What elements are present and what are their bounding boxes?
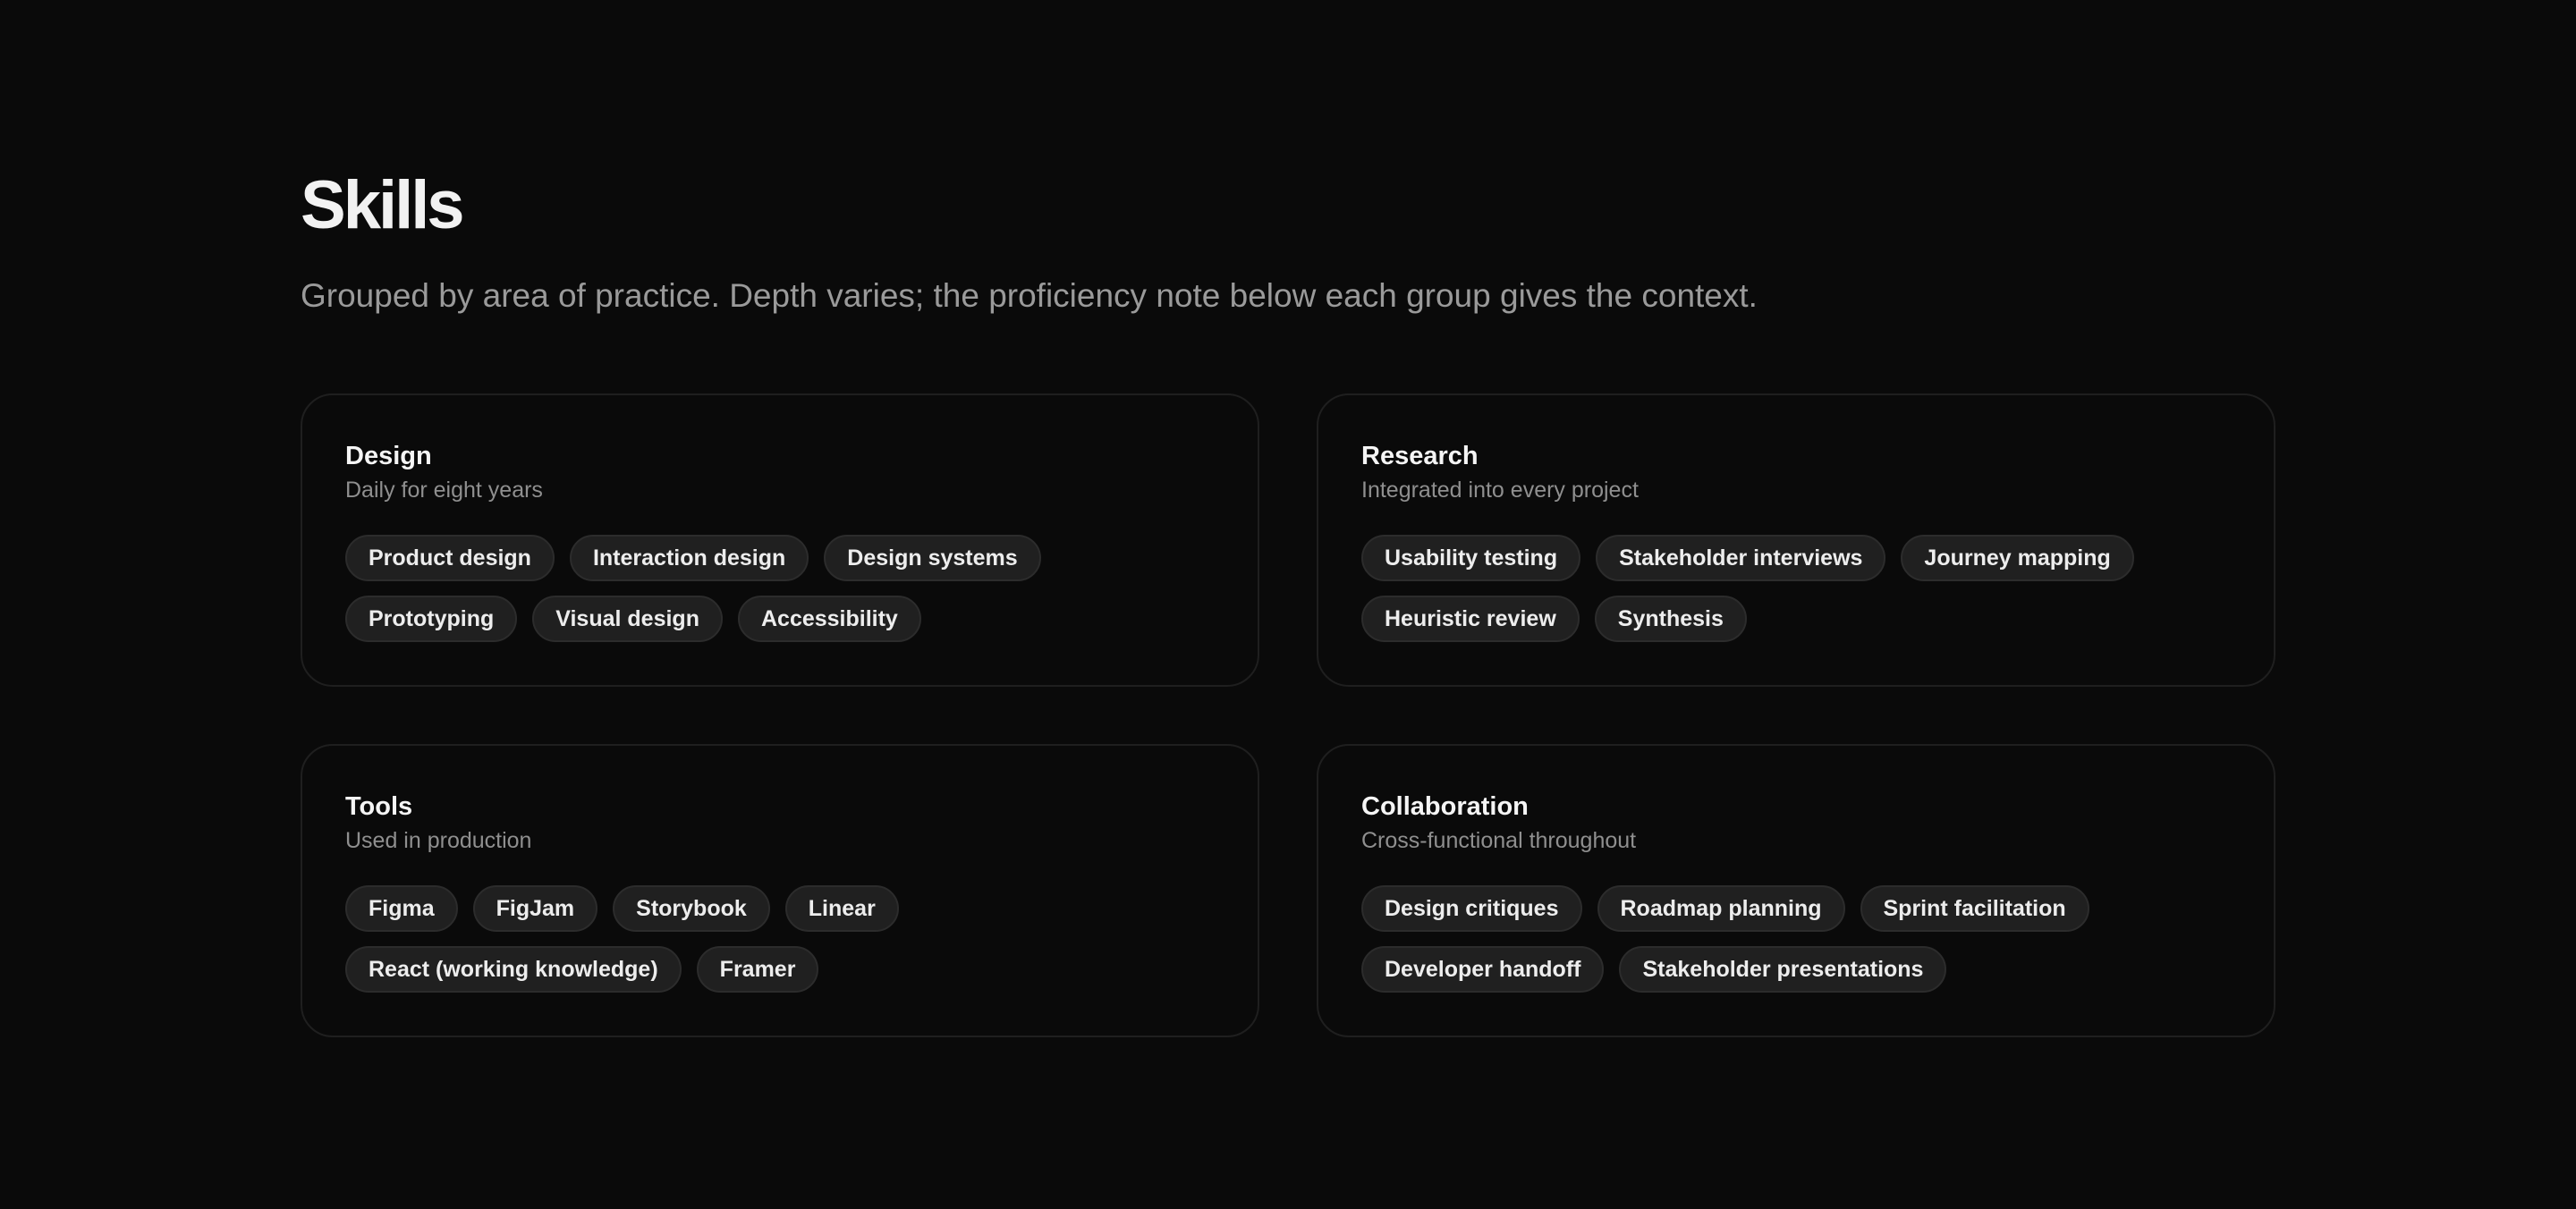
skill-tag: Accessibility xyxy=(737,596,921,642)
tag-list: Product design Interaction design Design… xyxy=(345,535,1215,642)
skill-tag: Interaction design xyxy=(569,535,809,581)
group-title: Research xyxy=(1361,442,1479,470)
skill-tag: Roadmap planning xyxy=(1597,885,1845,932)
skill-tag: Developer handoff xyxy=(1361,946,1605,993)
group-title: Collaboration xyxy=(1361,792,1529,821)
tag-list: Figma FigJam Storybook Linear React (wor… xyxy=(345,885,1215,993)
skill-tag: Visual design xyxy=(532,596,723,642)
tag-list: Design critiques Roadmap planning Sprint… xyxy=(1361,885,2231,993)
skill-tag: Prototyping xyxy=(345,596,518,642)
skill-tag: Product design xyxy=(345,535,555,581)
skill-tag: Synthesis xyxy=(1594,596,1747,642)
skill-group-design: Design Daily for eight years Product des… xyxy=(301,393,1259,687)
page-subtitle: Grouped by area of practice. Depth varie… xyxy=(301,277,1758,314)
skill-tag: Figma xyxy=(345,885,458,932)
skill-tag: Design critiques xyxy=(1361,885,1582,932)
group-proficiency-note: Integrated into every project xyxy=(1361,478,1639,503)
skill-tag: Journey mapping xyxy=(1901,535,2134,581)
skill-tag: Linear xyxy=(784,885,899,932)
group-proficiency-note: Used in production xyxy=(345,828,532,853)
skill-tag: Design systems xyxy=(824,535,1041,581)
tag-list: Usability testing Stakeholder interviews… xyxy=(1361,535,2231,642)
skill-tag: Framer xyxy=(696,946,819,993)
skill-tag: Stakeholder interviews xyxy=(1596,535,1886,581)
skill-tag: React (working knowledge) xyxy=(345,946,682,993)
skill-group-research: Research Integrated into every project U… xyxy=(1317,393,2275,687)
group-title: Design xyxy=(345,442,432,470)
skill-tag: Usability testing xyxy=(1361,535,1581,581)
skill-group-collaboration: Collaboration Cross-functional throughou… xyxy=(1317,744,2275,1037)
skill-tag: Stakeholder presentations xyxy=(1619,946,1947,993)
group-proficiency-note: Daily for eight years xyxy=(345,478,543,503)
skill-group-tools: Tools Used in production Figma FigJam St… xyxy=(301,744,1259,1037)
skill-tag: FigJam xyxy=(472,885,598,932)
skill-groups-grid: Design Daily for eight years Product des… xyxy=(301,393,2275,1037)
skill-tag: Sprint facilitation xyxy=(1860,885,2089,932)
skill-tag: Storybook xyxy=(613,885,770,932)
group-proficiency-note: Cross-functional throughout xyxy=(1361,828,1637,853)
group-title: Tools xyxy=(345,792,413,821)
skill-tag: Heuristic review xyxy=(1361,596,1580,642)
page-title: Skills xyxy=(301,167,465,243)
